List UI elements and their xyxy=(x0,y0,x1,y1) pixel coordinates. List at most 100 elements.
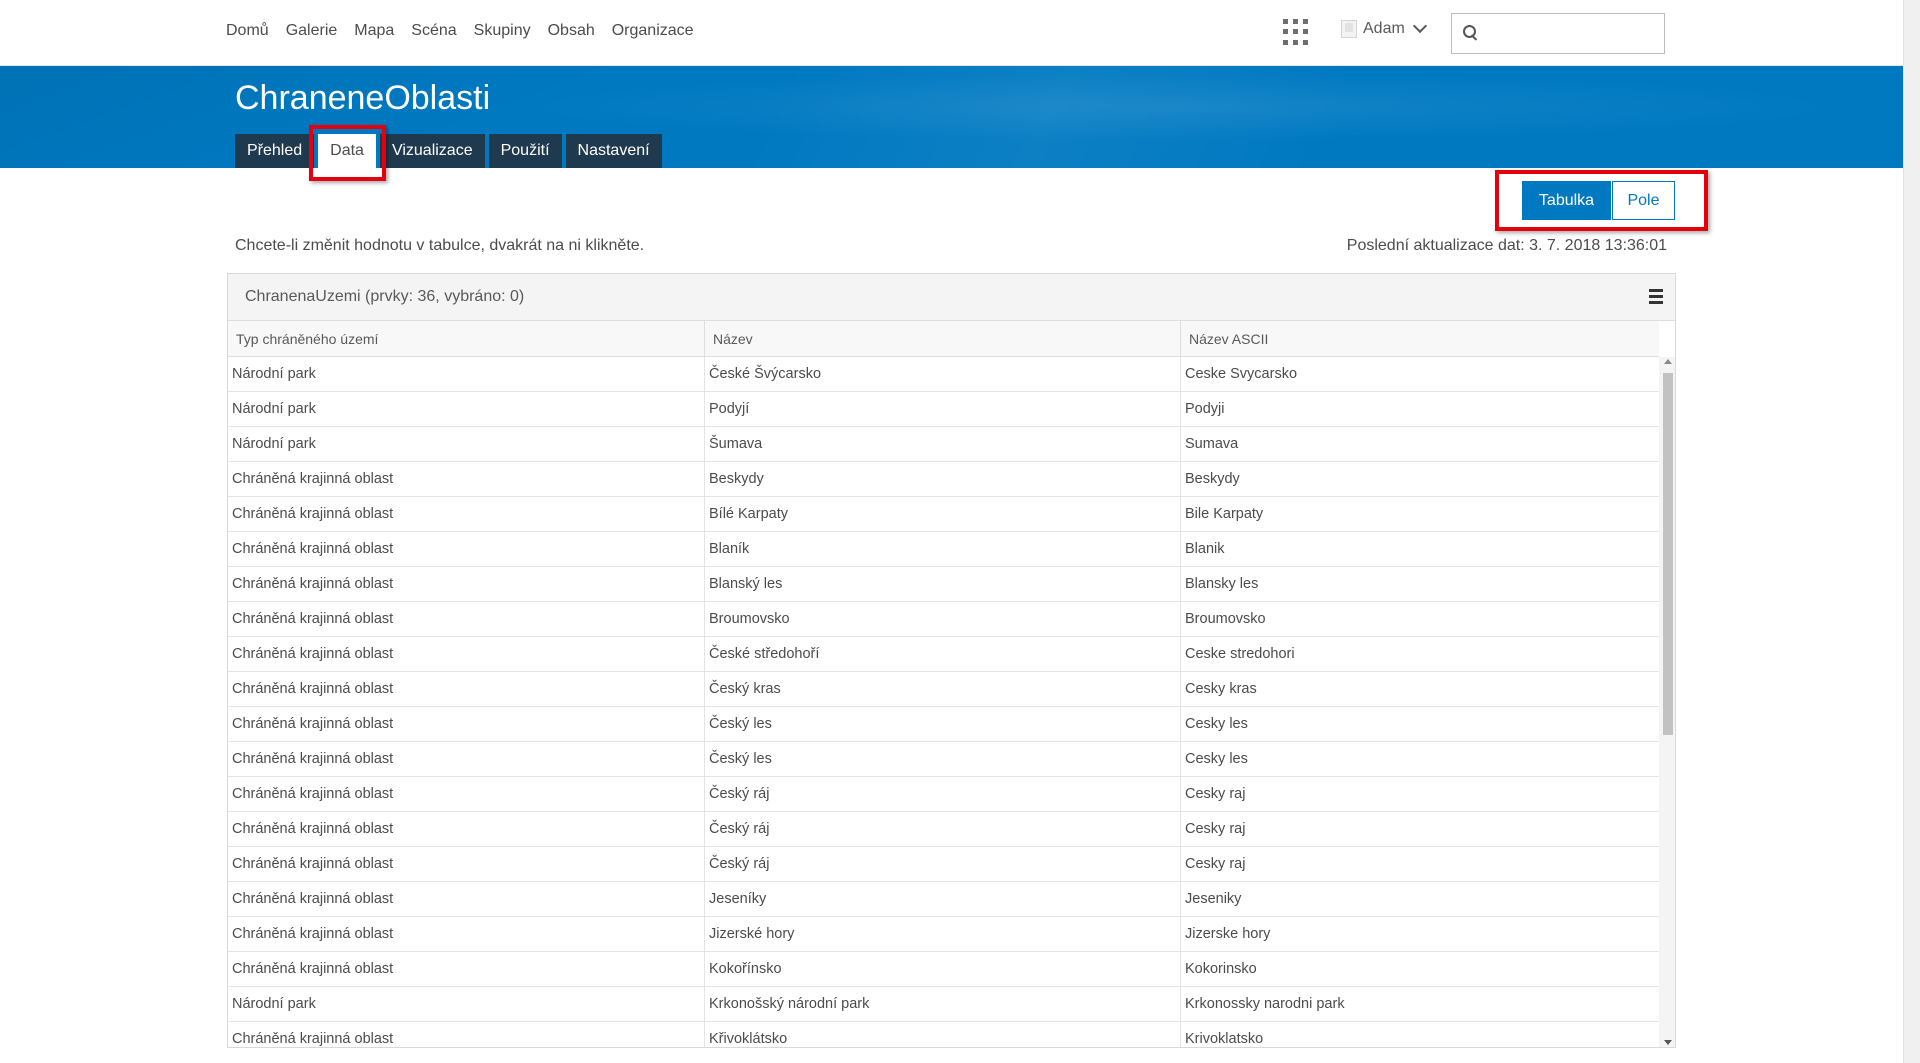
cell-type[interactable]: Národní park xyxy=(228,427,705,461)
cell-type[interactable]: Chráněná krajinná oblast xyxy=(228,1022,705,1047)
app-launcher-icon[interactable] xyxy=(1283,19,1309,45)
cell-name[interactable]: Jizerské hory xyxy=(705,917,1181,951)
table-row[interactable]: Národní park Krkonošský národní park Krkon… xyxy=(228,987,1659,1022)
cell-name[interactable]: České Švýcarsko xyxy=(705,357,1181,391)
cell-name-ascii[interactable]: Ceske stredohori xyxy=(1181,637,1659,671)
cell-type[interactable]: Národní park xyxy=(228,357,705,391)
tab-visualization[interactable]: Vizualizace xyxy=(379,134,485,168)
cell-name[interactable]: Český ráj xyxy=(705,777,1181,811)
cell-name-ascii[interactable]: Cesky raj xyxy=(1181,777,1659,811)
cell-name-ascii[interactable]: Ceske Svycarsko xyxy=(1181,357,1659,391)
cell-name-ascii[interactable]: Cesky les xyxy=(1181,707,1659,741)
cell-name-ascii[interactable]: Blanik xyxy=(1181,532,1659,566)
nav-link-gallery[interactable]: Galerie xyxy=(286,22,338,40)
cell-name-ascii[interactable]: Krivoklatsko xyxy=(1181,1022,1659,1047)
cell-name[interactable]: Blaník xyxy=(705,532,1181,566)
cell-type[interactable]: Chráněná krajinná oblast xyxy=(228,532,705,566)
cell-name[interactable]: Beskydy xyxy=(705,462,1181,496)
cell-name[interactable]: Český ráj xyxy=(705,812,1181,846)
cell-name-ascii[interactable]: Bile Karpaty xyxy=(1181,497,1659,531)
table-row[interactable]: Chráněná krajinná oblast Beskydy Beskydy xyxy=(228,462,1659,497)
cell-name[interactable]: Křivoklátsko xyxy=(705,1022,1181,1047)
cell-type[interactable]: Chráněná krajinná oblast xyxy=(228,742,705,776)
cell-name[interactable]: Jeseníky xyxy=(705,882,1181,916)
table-row[interactable]: Národní park Podyjí Podyji xyxy=(228,392,1659,427)
cell-name[interactable]: Krkonošský národní park xyxy=(705,987,1181,1021)
cell-name-ascii[interactable]: Blansky les xyxy=(1181,567,1659,601)
cell-type[interactable]: Chráněná krajinná oblast xyxy=(228,847,705,881)
search-input[interactable] xyxy=(1486,18,1656,48)
scroll-down-arrow-icon[interactable] xyxy=(1664,1040,1672,1045)
cell-type[interactable]: Chráněná krajinná oblast xyxy=(228,462,705,496)
cell-name[interactable]: Bílé Karpaty xyxy=(705,497,1181,531)
cell-name[interactable]: Podyjí xyxy=(705,392,1181,426)
cell-name-ascii[interactable]: Broumovsko xyxy=(1181,602,1659,636)
table-row[interactable]: Chráněná krajinná oblast Kokořínsko Kokori… xyxy=(228,952,1659,987)
cell-name-ascii[interactable]: Kokorinsko xyxy=(1181,952,1659,986)
cell-name[interactable]: Český kras xyxy=(705,672,1181,706)
cell-name-ascii[interactable]: Cesky les xyxy=(1181,742,1659,776)
nav-link-map[interactable]: Mapa xyxy=(354,22,394,40)
nav-link-scene[interactable]: Scéna xyxy=(411,22,456,40)
cell-type[interactable]: Chráněná krajinná oblast xyxy=(228,917,705,951)
cell-name[interactable]: Český ráj xyxy=(705,847,1181,881)
table-row[interactable]: Chráněná krajinná oblast Český ráj Cesky r… xyxy=(228,777,1659,812)
column-header-name[interactable]: Název xyxy=(705,321,1181,356)
cell-name[interactable]: České středohoří xyxy=(705,637,1181,671)
cell-name-ascii[interactable]: Sumava xyxy=(1181,427,1659,461)
cell-type[interactable]: Chráněná krajinná oblast xyxy=(228,882,705,916)
table-row[interactable]: Chráněná krajinná oblast Blaník Blanik xyxy=(228,532,1659,567)
cell-type[interactable]: Chráněná krajinná oblast xyxy=(228,672,705,706)
column-header-name-ascii[interactable]: Název ASCII xyxy=(1181,321,1659,356)
cell-type[interactable]: Chráněná krajinná oblast xyxy=(228,637,705,671)
table-row[interactable]: Chráněná krajinná oblast Broumovsko Broumo… xyxy=(228,602,1659,637)
nav-link-organization[interactable]: Organizace xyxy=(612,22,694,40)
cell-name-ascii[interactable]: Krkonossky narodni park xyxy=(1181,987,1659,1021)
cell-type[interactable]: Chráněná krajinná oblast xyxy=(228,812,705,846)
cell-name-ascii[interactable]: Cesky kras xyxy=(1181,672,1659,706)
table-scrollbar[interactable] xyxy=(1659,357,1675,1047)
table-row[interactable]: Chráněná krajinná oblast Křivoklátsko Kriv… xyxy=(228,1022,1659,1047)
cell-name[interactable]: Blanský les xyxy=(705,567,1181,601)
column-header-type[interactable]: Typ chráněného území xyxy=(228,321,705,356)
nav-link-groups[interactable]: Skupiny xyxy=(474,22,531,40)
table-row[interactable]: Chráněná krajinná oblast Jizerské hory Jiz… xyxy=(228,917,1659,952)
cell-type[interactable]: Národní park xyxy=(228,987,705,1021)
cell-name[interactable]: Český les xyxy=(705,707,1181,741)
scroll-up-arrow-icon[interactable] xyxy=(1664,359,1672,364)
cell-name-ascii[interactable]: Beskydy xyxy=(1181,462,1659,496)
nav-link-home[interactable]: Domů xyxy=(226,22,269,40)
cell-name-ascii[interactable]: Cesky raj xyxy=(1181,812,1659,846)
table-row[interactable]: Chráněná krajinná oblast Český kras Cesky … xyxy=(228,672,1659,707)
cell-name-ascii[interactable]: Podyji xyxy=(1181,392,1659,426)
table-row[interactable]: Chráněná krajinná oblast Jeseníky Jeseniky xyxy=(228,882,1659,917)
table-row[interactable]: Chráněná krajinná oblast Český les Cesky l… xyxy=(228,707,1659,742)
table-row[interactable]: Národní park Šumava Sumava xyxy=(228,427,1659,462)
table-row[interactable]: Chráněná krajinná oblast Český ráj Cesky r… xyxy=(228,812,1659,847)
search-icon[interactable] xyxy=(1463,25,1477,39)
cell-name[interactable]: Šumava xyxy=(705,427,1181,461)
nav-link-content[interactable]: Obsah xyxy=(548,22,595,40)
cell-name[interactable]: Broumovsko xyxy=(705,602,1181,636)
table-row[interactable]: Chráněná krajinná oblast Bílé Karpaty Bile… xyxy=(228,497,1659,532)
cell-name[interactable]: Kokořínsko xyxy=(705,952,1181,986)
table-row[interactable]: Chráněná krajinná oblast Český ráj Cesky r… xyxy=(228,847,1659,882)
cell-type[interactable]: Národní park xyxy=(228,392,705,426)
tab-usage[interactable]: Použití xyxy=(488,134,562,168)
cell-name-ascii[interactable]: Jeseniky xyxy=(1181,882,1659,916)
hamburger-menu-icon[interactable] xyxy=(1649,289,1663,304)
tab-overview[interactable]: Přehled xyxy=(235,134,315,168)
page-scrollbar[interactable] xyxy=(1903,0,1920,1063)
table-row[interactable]: Chráněná krajinná oblast Blanský les Blans… xyxy=(228,567,1659,602)
table-row[interactable]: Národní park České Švýcarsko Ceske Svycars… xyxy=(228,357,1659,392)
cell-type[interactable]: Chráněná krajinná oblast xyxy=(228,567,705,601)
tab-settings[interactable]: Nastavení xyxy=(565,134,662,168)
cell-name[interactable]: Český les xyxy=(705,742,1181,776)
cell-type[interactable]: Chráněná krajinná oblast xyxy=(228,777,705,811)
cell-type[interactable]: Chráněná krajinná oblast xyxy=(228,497,705,531)
scroll-thumb[interactable] xyxy=(1663,373,1673,735)
cell-type[interactable]: Chráněná krajinná oblast xyxy=(228,707,705,741)
user-menu[interactable]: Adam xyxy=(1341,18,1427,38)
cell-type[interactable]: Chráněná krajinná oblast xyxy=(228,602,705,636)
table-row[interactable]: Chráněná krajinná oblast Český les Cesky l… xyxy=(228,742,1659,777)
